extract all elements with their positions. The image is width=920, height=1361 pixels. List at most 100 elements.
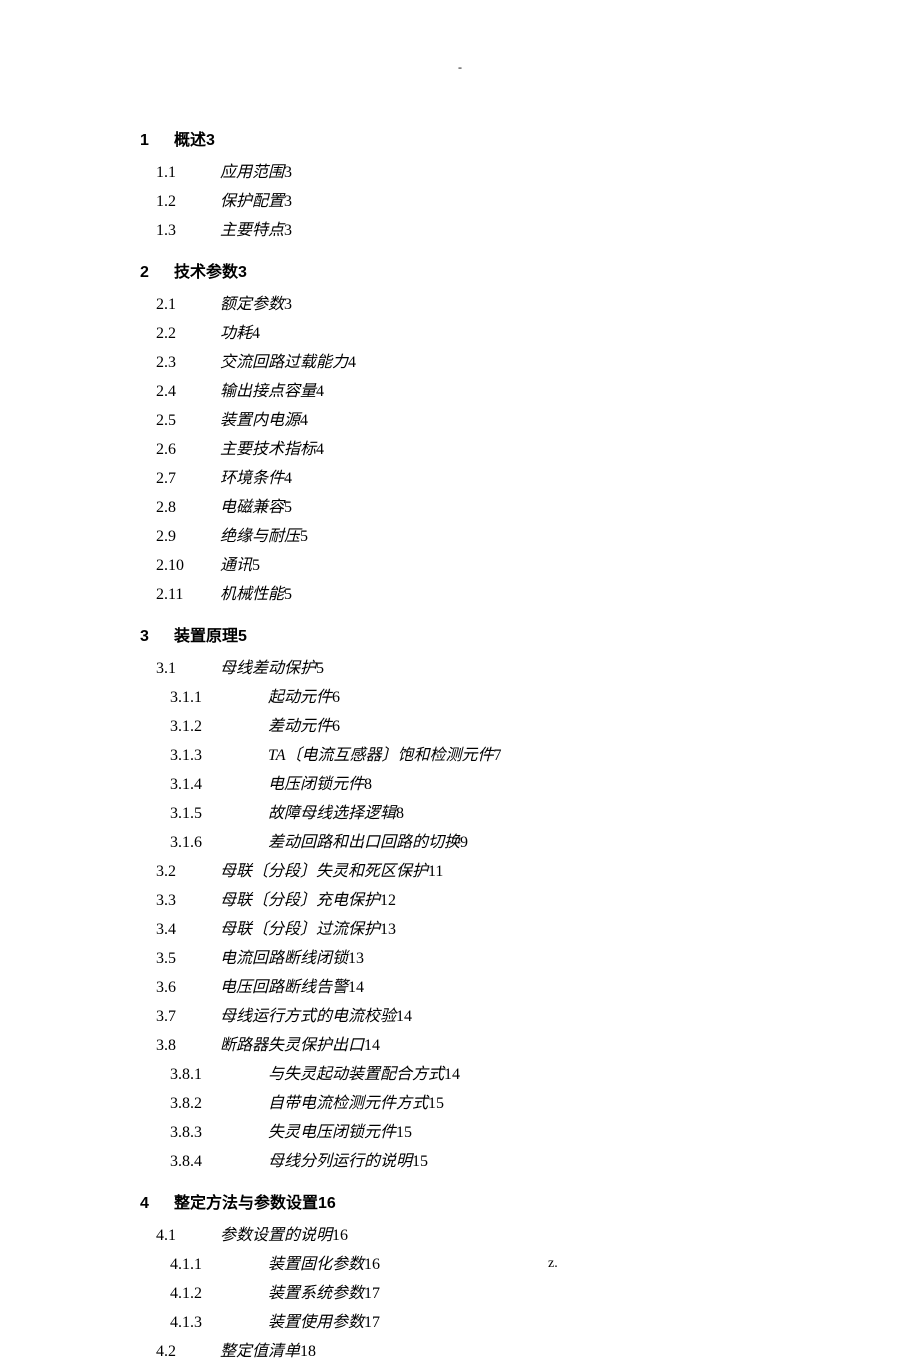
toc-title: 失灵电压闭锁元件: [268, 1124, 396, 1141]
footer-dot: .: [360, 1257, 363, 1272]
toc-number: 3: [140, 628, 174, 646]
toc-page: 4: [284, 470, 292, 487]
toc-entry: 4整定方法与参数设置16: [140, 1189, 780, 1213]
toc-number: 3.2: [156, 863, 220, 881]
toc-title: TA〔电流互感器〕饱和检测元件: [268, 747, 494, 764]
toc-title: 保护配置: [220, 193, 284, 210]
toc-number: 4.1.3: [170, 1314, 268, 1332]
toc-number: 3.1.3: [170, 747, 268, 765]
toc-title: 主要技术指标: [220, 441, 316, 458]
toc-title: 差动回路和出口回路的切换: [268, 834, 460, 851]
toc-entry: 2.5装置内电源4: [156, 406, 780, 430]
toc-page: 15: [412, 1153, 428, 1170]
toc-number: 3.3: [156, 892, 220, 910]
toc-entry: 3.8.4母线分列运行的说明15: [170, 1147, 780, 1171]
toc-number: 3.7: [156, 1008, 220, 1026]
toc-number: 2.11: [156, 586, 220, 604]
toc-number: 3.6: [156, 979, 220, 997]
toc-number: 4: [140, 1195, 174, 1213]
toc-title: 参数设置的说明: [220, 1227, 332, 1244]
toc-number: 3.5: [156, 950, 220, 968]
toc-title: 断路器失灵保护出口: [220, 1037, 364, 1054]
toc-entry: 2.11机械性能5: [156, 580, 780, 604]
toc-number: 2.4: [156, 383, 220, 401]
toc-number: 2.6: [156, 441, 220, 459]
toc-entry: 4.1.2装置系统参数17: [170, 1279, 780, 1303]
toc-number: 3.1: [156, 660, 220, 678]
toc-entry: 2.7环境条件4: [156, 464, 780, 488]
toc-entry: 3.8断路器失灵保护出口14: [156, 1031, 780, 1055]
toc-page: 4: [300, 412, 308, 429]
toc-page: 3: [284, 193, 292, 210]
toc-title: 电压闭锁元件: [268, 776, 364, 793]
toc-page: 15: [396, 1124, 412, 1141]
toc-entry: 3.1.1起动元件6: [170, 683, 780, 707]
toc-page: 16: [364, 1256, 380, 1273]
toc-page: 14: [348, 979, 364, 996]
toc-page: 3: [238, 264, 247, 281]
toc-number: 4.1.1: [170, 1256, 268, 1274]
toc-container: 1概述31.1应用范围31.2保护配置31.3主要特点32技术参数32.1额定参…: [0, 0, 920, 1361]
toc-page: 16: [318, 1195, 336, 1212]
toc-number: 2.2: [156, 325, 220, 343]
toc-title: 电压回路断线告警: [220, 979, 348, 996]
toc-title: 装置系统参数: [268, 1285, 364, 1302]
toc-title: 额定参数: [220, 296, 284, 313]
toc-page: 11: [428, 863, 443, 880]
toc-title: 起动元件: [268, 689, 332, 706]
toc-entry: 2.1额定参数3: [156, 290, 780, 314]
toc-page: 5: [252, 557, 260, 574]
toc-title: 电磁兼容: [220, 499, 284, 516]
toc-entry: 2.2功耗4: [156, 319, 780, 343]
toc-number: 4.1: [156, 1227, 220, 1245]
toc-entry: 1概述3: [140, 126, 780, 150]
toc-number: 3.8.4: [170, 1153, 268, 1171]
toc-page: 4: [252, 325, 260, 342]
toc-number: 1.1: [156, 164, 220, 182]
toc-title: 故障母线选择逻辑: [268, 805, 396, 822]
toc-title: 概述: [174, 132, 206, 149]
toc-number: 3.1.2: [170, 718, 268, 736]
toc-page: 7: [494, 747, 502, 764]
toc-title: 装置使用参数: [268, 1314, 364, 1331]
toc-entry: 1.3主要特点3: [156, 216, 780, 240]
toc-number: 1: [140, 132, 174, 150]
toc-page: 14: [364, 1037, 380, 1054]
toc-title: 装置固化参数: [268, 1256, 364, 1273]
toc-entry: 2技术参数3: [140, 258, 780, 282]
toc-title: 技术参数: [174, 264, 238, 281]
toc-page: 4: [348, 354, 356, 371]
toc-number: 3.1.1: [170, 689, 268, 707]
toc-entry: 3.8.2自带电流检测元件方式15: [170, 1089, 780, 1113]
toc-entry: 1.1应用范围3: [156, 158, 780, 182]
toc-entry: 3.4母联〔分段〕过流保护13: [156, 915, 780, 939]
toc-number: 3.8.2: [170, 1095, 268, 1113]
toc-title: 差动元件: [268, 718, 332, 735]
toc-page: 17: [364, 1314, 380, 1331]
toc-entry: 3.1.6差动回路和出口回路的切换9: [170, 828, 780, 852]
toc-entry: 2.6主要技术指标4: [156, 435, 780, 459]
toc-title: 母联〔分段〕充电保护: [220, 892, 380, 909]
toc-number: 2.8: [156, 499, 220, 517]
toc-page: 6: [332, 689, 340, 706]
toc-entry: 2.9绝缘与耐压5: [156, 522, 780, 546]
toc-number: 2.1: [156, 296, 220, 314]
toc-title: 母线运行方式的电流校验: [220, 1008, 396, 1025]
toc-title: 电流回路断线闭锁: [220, 950, 348, 967]
toc-entry: 4.1.1装置固化参数16: [170, 1250, 780, 1274]
toc-number: 3.8.3: [170, 1124, 268, 1142]
toc-title: 环境条件: [220, 470, 284, 487]
toc-page: 4: [316, 383, 324, 400]
toc-title: 机械性能: [220, 586, 284, 603]
toc-title: 功耗: [220, 325, 252, 342]
toc-entry: 3.2母联〔分段〕失灵和死区保护11: [156, 857, 780, 881]
toc-entry: 2.3交流回路过载能力4: [156, 348, 780, 372]
toc-number: 2.7: [156, 470, 220, 488]
toc-entry: 3.8.1与失灵起动装置配合方式14: [170, 1060, 780, 1084]
toc-number: 1.3: [156, 222, 220, 240]
toc-entry: 2.8电磁兼容5: [156, 493, 780, 517]
toc-page: 13: [348, 950, 364, 967]
toc-page: 3: [284, 164, 292, 181]
toc-title: 与失灵起动装置配合方式: [268, 1066, 444, 1083]
toc-title: 母联〔分段〕失灵和死区保护: [220, 863, 428, 880]
